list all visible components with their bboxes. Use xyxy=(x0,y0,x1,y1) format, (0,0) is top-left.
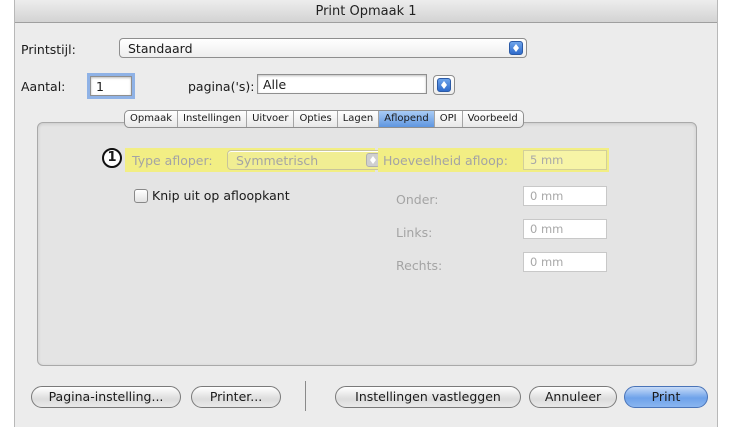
printstijl-value: Standaard xyxy=(128,41,193,56)
page-setup-button[interactable]: Pagina-instelling... xyxy=(31,386,181,408)
clip-label: Knip uit op afloopkant xyxy=(152,188,290,203)
printstijl-popup[interactable]: Standaard xyxy=(119,38,527,58)
bottom-label: Onder: xyxy=(396,192,439,207)
bleed-amount-label: Hoeveelheid afloop: xyxy=(383,153,508,168)
aantal-input[interactable]: 1 xyxy=(90,76,132,96)
cancel-button[interactable]: Annuleer xyxy=(529,386,617,408)
popup-arrows-icon xyxy=(509,41,523,55)
print-button[interactable]: Print xyxy=(624,386,708,408)
printstijl-label: Printstijl: xyxy=(21,42,76,57)
button-separator xyxy=(305,381,306,411)
bleed-type-label: Type afloper: xyxy=(132,153,213,168)
callout-marker: 1 xyxy=(102,148,122,168)
left-label: Links: xyxy=(396,225,433,240)
clip-checkbox[interactable] xyxy=(134,189,148,203)
popup-arrows-icon xyxy=(437,78,451,92)
tab-voorbeeld[interactable]: Voorbeeld xyxy=(461,111,523,127)
paginas-popup[interactable] xyxy=(433,75,455,95)
paginas-input[interactable]: Alle xyxy=(257,74,427,94)
paginas-label: pagina('s): xyxy=(188,79,255,94)
save-settings-button[interactable]: Instellingen vastleggen xyxy=(335,386,521,408)
tab-aflopend[interactable]: Aflopend xyxy=(378,111,434,127)
print-dialog: Print Opmaak 1 Printstijl: Standaard Aan… xyxy=(14,0,718,427)
printer-button[interactable]: Printer... xyxy=(191,386,281,408)
bottom-input[interactable]: 0 mm xyxy=(523,186,607,206)
tab-opmaak[interactable]: Opmaak xyxy=(125,111,177,127)
bleed-type-value: Symmetrisch xyxy=(236,153,319,168)
left-input[interactable]: 0 mm xyxy=(523,219,607,239)
tab-uitvoer[interactable]: Uitvoer xyxy=(246,111,293,127)
tab-opi[interactable]: OPI xyxy=(433,111,462,127)
right-input[interactable]: 0 mm xyxy=(523,252,607,272)
tab-bar: Opmaak Instellingen Uitvoer Opties Lagen… xyxy=(124,110,524,128)
tab-instellingen[interactable]: Instellingen xyxy=(177,111,246,127)
window-title: Print Opmaak 1 xyxy=(15,0,717,23)
right-label: Rechts: xyxy=(396,258,443,273)
tab-lagen[interactable]: Lagen xyxy=(336,111,379,127)
bleed-amount-input[interactable]: 5 mm xyxy=(523,150,607,170)
tab-opties[interactable]: Opties xyxy=(293,111,336,127)
aantal-label: Aantal: xyxy=(21,79,66,94)
bleed-type-popup[interactable]: Symmetrisch xyxy=(227,150,384,170)
